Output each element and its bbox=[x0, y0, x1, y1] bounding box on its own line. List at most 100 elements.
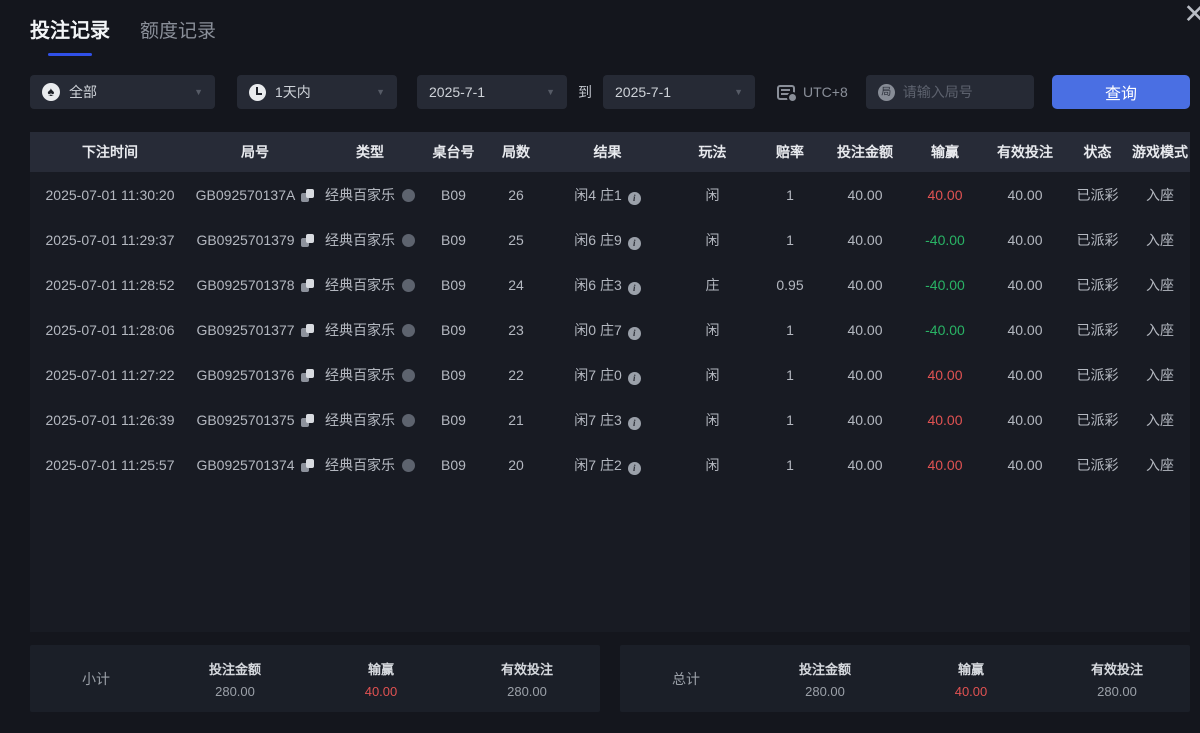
table-row: 2025-07-01 11:26:39 GB0925701375 经典百家乐 B… bbox=[30, 397, 1190, 442]
game-mode-cell: 入座 bbox=[1130, 397, 1190, 442]
col-valid-bet: 有效投注 bbox=[985, 132, 1065, 172]
tab-betting-records[interactable]: 投注记录 bbox=[30, 14, 110, 56]
col-bet-amount: 投注金额 bbox=[825, 132, 905, 172]
clock-icon bbox=[249, 84, 266, 101]
table-no-cell: B09 bbox=[420, 172, 487, 217]
game-dot-icon bbox=[402, 459, 415, 472]
valid-bet-cell: 40.00 bbox=[985, 262, 1065, 307]
status-cell: 已派彩 bbox=[1065, 172, 1130, 217]
win-loss-value: -40.00 bbox=[925, 322, 965, 338]
tab-quota-records[interactable]: 额度记录 bbox=[140, 16, 216, 56]
col-bet-time: 下注时间 bbox=[30, 132, 190, 172]
table-no-cell: B09 bbox=[420, 217, 487, 262]
table-no-cell: B09 bbox=[420, 352, 487, 397]
result-value: 闲7 庄2 bbox=[574, 457, 621, 473]
game-type-cell: 经典百家乐 bbox=[320, 217, 420, 262]
game-dot-icon bbox=[402, 234, 415, 247]
subtotal-bet-label: 投注金额 bbox=[162, 659, 308, 678]
play-type-cell: 闲 bbox=[670, 442, 755, 487]
game-type-cell: 经典百家乐 bbox=[320, 352, 420, 397]
play-type-cell: 闲 bbox=[670, 172, 755, 217]
info-icon[interactable]: i bbox=[628, 282, 641, 295]
copy-icon[interactable] bbox=[301, 324, 314, 337]
col-round-id: 局号 bbox=[190, 132, 320, 172]
copy-icon[interactable] bbox=[301, 414, 314, 427]
game-dot-icon bbox=[402, 369, 415, 382]
date-to-select[interactable]: 2025-7-1 ▼ bbox=[603, 75, 755, 109]
info-icon[interactable]: i bbox=[628, 327, 641, 340]
round-id-cell: GB0925701379 bbox=[190, 217, 320, 262]
round-id-value: GB092570137A bbox=[196, 187, 296, 203]
game-type-cell: 经典百家乐 bbox=[320, 397, 420, 442]
game-type-value: 经典百家乐 bbox=[325, 277, 395, 293]
valid-bet-cell: 40.00 bbox=[985, 217, 1065, 262]
copy-icon[interactable] bbox=[301, 279, 314, 292]
chevron-down-icon: ▼ bbox=[546, 87, 555, 97]
copy-icon[interactable] bbox=[301, 369, 314, 382]
records-table: 下注时间 局号 类型 桌台号 局数 结果 玩法 赔率 投注金额 输赢 有效投注 … bbox=[30, 132, 1190, 632]
table-row: 2025-07-01 11:25:57 GB0925701374 经典百家乐 B… bbox=[30, 442, 1190, 487]
win-loss-cell: -40.00 bbox=[905, 307, 985, 352]
win-loss-cell: 40.00 bbox=[905, 172, 985, 217]
win-loss-value: -40.00 bbox=[925, 232, 965, 248]
win-loss-value: 40.00 bbox=[927, 367, 962, 383]
bet-amount-cell: 40.00 bbox=[825, 352, 905, 397]
date-from-select[interactable]: 2025-7-1 ▼ bbox=[417, 75, 567, 109]
time-range-select[interactable]: 1天内 ▼ bbox=[237, 75, 397, 109]
date-to-label: 到 bbox=[578, 82, 592, 102]
copy-icon[interactable] bbox=[301, 189, 314, 202]
valid-bet-cell: 40.00 bbox=[985, 172, 1065, 217]
odds-cell: 1 bbox=[755, 217, 825, 262]
query-button[interactable]: 查询 bbox=[1052, 75, 1190, 109]
status-cell: 已派彩 bbox=[1065, 352, 1130, 397]
subtotal-valid: 有效投注 280.00 bbox=[454, 659, 600, 699]
table-row: 2025-07-01 11:27:22 GB0925701376 经典百家乐 B… bbox=[30, 352, 1190, 397]
total-win: 输赢 40.00 bbox=[898, 659, 1044, 699]
round-id-value: GB0925701375 bbox=[196, 412, 294, 428]
win-loss-cell: 40.00 bbox=[905, 352, 985, 397]
round-count-cell: 21 bbox=[487, 397, 545, 442]
table-row: 2025-07-01 11:28:06 GB0925701377 经典百家乐 B… bbox=[30, 307, 1190, 352]
table-row: 2025-07-01 11:28:52 GB0925701378 经典百家乐 B… bbox=[30, 262, 1190, 307]
col-play-type: 玩法 bbox=[670, 132, 755, 172]
status-cell: 已派彩 bbox=[1065, 307, 1130, 352]
info-icon[interactable]: i bbox=[628, 462, 641, 475]
subtotal-win-label: 输赢 bbox=[308, 659, 454, 678]
win-loss-cell: 40.00 bbox=[905, 442, 985, 487]
total-valid-value: 280.00 bbox=[1044, 684, 1190, 699]
win-loss-value: -40.00 bbox=[925, 277, 965, 293]
play-type-cell: 庄 bbox=[670, 262, 755, 307]
bet-amount-cell: 40.00 bbox=[825, 217, 905, 262]
record-tabs: 投注记录 额度记录 bbox=[30, 14, 216, 56]
info-icon[interactable]: i bbox=[628, 417, 641, 430]
chevron-down-icon: ▼ bbox=[194, 87, 203, 97]
round-search-field[interactable]: 局 bbox=[866, 75, 1034, 109]
round-id-value: GB0925701377 bbox=[196, 322, 294, 338]
round-id-cell: GB092570137A bbox=[190, 172, 320, 217]
result-value: 闲6 庄9 bbox=[574, 232, 621, 248]
copy-icon[interactable] bbox=[301, 459, 314, 472]
game-type-select[interactable]: ♠ 全部 ▼ bbox=[30, 75, 215, 109]
result-value: 闲6 庄3 bbox=[574, 277, 621, 293]
game-type-value: 经典百家乐 bbox=[325, 412, 395, 428]
col-game-type: 类型 bbox=[320, 132, 420, 172]
game-dot-icon bbox=[402, 414, 415, 427]
round-search-input[interactable] bbox=[903, 84, 1022, 100]
table-no-cell: B09 bbox=[420, 442, 487, 487]
game-mode-cell: 入座 bbox=[1130, 442, 1190, 487]
info-icon[interactable]: i bbox=[628, 237, 641, 250]
result-cell: 闲7 庄3i bbox=[545, 397, 670, 442]
subtotal-bet-value: 280.00 bbox=[162, 684, 308, 699]
info-icon[interactable]: i bbox=[628, 372, 641, 385]
round-id-value: GB0925701379 bbox=[196, 232, 294, 248]
copy-icon[interactable] bbox=[301, 234, 314, 247]
win-loss-cell: 40.00 bbox=[905, 397, 985, 442]
round-id-value: GB0925701378 bbox=[196, 277, 294, 293]
col-game-mode: 游戏模式 bbox=[1130, 132, 1190, 172]
info-icon[interactable]: i bbox=[628, 192, 641, 205]
close-icon[interactable]: ✕ bbox=[1183, 0, 1200, 30]
play-type-cell: 闲 bbox=[670, 397, 755, 442]
game-type-cell: 经典百家乐 bbox=[320, 172, 420, 217]
game-mode-cell: 入座 bbox=[1130, 307, 1190, 352]
status-cell: 已派彩 bbox=[1065, 397, 1130, 442]
